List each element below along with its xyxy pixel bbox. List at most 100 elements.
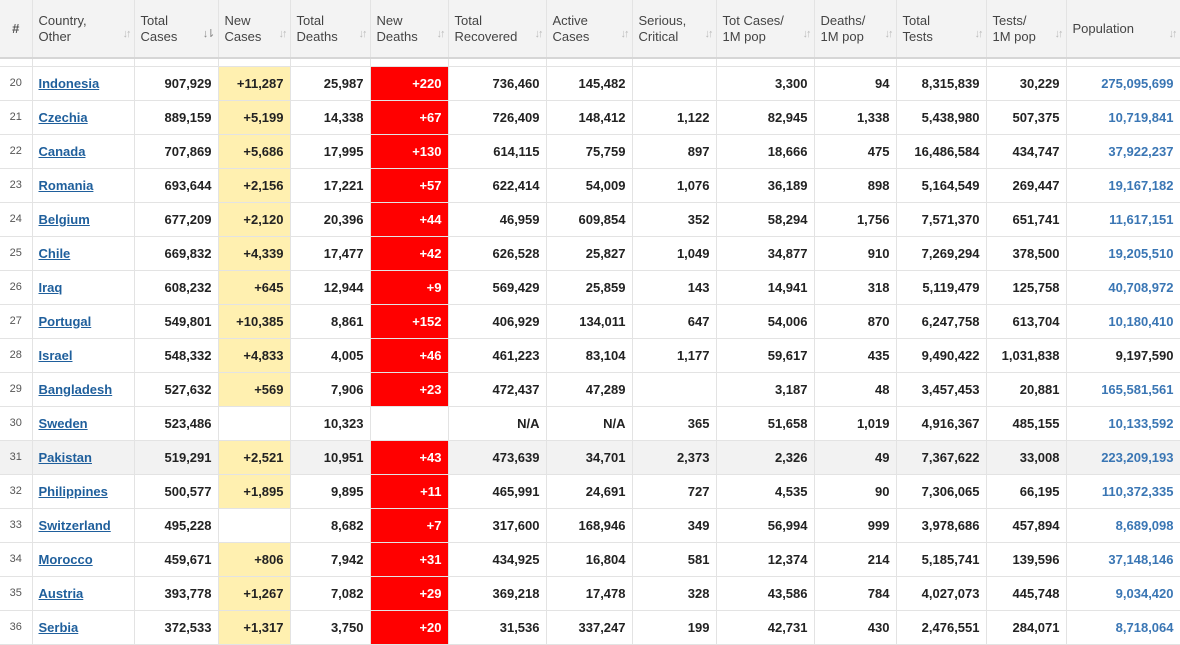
population-cell[interactable]: 8,718,064 [1066,610,1180,645]
active-cases-cell: 54,009 [546,168,633,203]
country-link[interactable]: Pakistan [39,450,92,465]
population-cell[interactable]: 11,617,151 [1066,202,1180,237]
header-total-cases[interactable]: Total Cases ↓⇂ [134,0,219,59]
country-link[interactable]: Israel [39,348,73,363]
sort-arrows-icon[interactable]: ↓↑ [885,26,894,42]
deaths-1m-cell: 1,019 [814,406,897,441]
country-link[interactable]: Sweden [39,416,88,431]
total-cases-cell: 693,644 [134,168,219,203]
sort-arrows-icon[interactable]: ↓↑ [279,26,288,42]
sort-arrows-icon[interactable]: ↓↑ [123,26,132,42]
population-cell[interactable]: 37,922,237 [1066,134,1180,169]
total-recovered-cell: 406,929 [448,304,547,339]
active-cases-cell: 609,854 [546,202,633,237]
sort-arrows-icon[interactable]: ↓↑ [621,26,630,42]
sort-desc-icon[interactable]: ↓⇂ [203,26,216,42]
header-total-recovered-line2: Recovered [454,28,518,44]
country-link[interactable]: Philippines [39,484,108,499]
sort-arrows-icon[interactable]: ↓↑ [535,26,544,42]
header-tests-1m[interactable]: Tests/ 1M pop ↓↑ [986,0,1067,59]
country-link[interactable]: Portugal [39,314,92,329]
country-link[interactable]: Romania [39,178,94,193]
new-cases-cell: +5,199 [218,100,291,135]
country-link[interactable]: Morocco [39,552,93,567]
deaths-1m-cell: 898 [814,168,897,203]
tests-1m-cell: 378,500 [986,236,1067,271]
deaths-1m-cell: 435 [814,338,897,373]
total-recovered-cell: 461,223 [448,338,547,373]
population-cell[interactable]: 37,148,146 [1066,542,1180,577]
population-cell[interactable]: 165,581,561 [1066,372,1180,407]
total-deaths-cell: 8,861 [290,304,371,339]
table-row: 20 Indonesia 907,929 +11,287 25,987 +220 736,4… [0,66,1180,101]
header-total-recovered[interactable]: Total Recovered ↓↑ [448,0,547,59]
serious-critical-cell: 199 [632,610,717,645]
active-cases-cell: 24,691 [546,474,633,509]
total-tests-cell: 7,571,370 [896,202,987,237]
sort-arrows-icon[interactable]: ↓↑ [1169,26,1178,42]
sort-arrows-icon[interactable]: ↓↑ [705,26,714,42]
country-link[interactable]: Canada [39,144,86,159]
country-cell: Sweden [32,406,135,441]
header-active-cases[interactable]: Active Cases ↓↑ [546,0,633,59]
header-total-tests[interactable]: Total Tests ↓↑ [896,0,987,59]
deaths-1m-cell: 90 [814,474,897,509]
total-deaths-cell: 14,338 [290,100,371,135]
total-cases-cell: 459,671 [134,542,219,577]
serious-critical-cell: 1,122 [632,100,717,135]
population-cell[interactable]: 9,034,420 [1066,576,1180,611]
sort-arrows-icon[interactable]: ↓↑ [437,26,446,42]
population-cell[interactable]: 223,209,193 [1066,440,1180,475]
table-row: 21 Czechia 889,159 +5,199 14,338 +67 726,409 14… [0,100,1180,135]
sort-arrows-icon[interactable]: ↓↑ [803,26,812,42]
country-link[interactable]: Bangladesh [39,382,113,397]
header-active-cases-line2: Cases [552,28,590,44]
tot-cases-1m-cell: 51,658 [716,406,815,441]
header-new-cases[interactable]: New Cases ↓↑ [218,0,291,59]
header-serious-line1: Serious, [638,12,687,28]
population-cell[interactable]: 110,372,335 [1066,474,1180,509]
total-tests-cell: 16,486,584 [896,134,987,169]
country-link[interactable]: Serbia [39,620,79,635]
population-cell[interactable]: 8,689,098 [1066,508,1180,543]
sort-arrows-icon[interactable]: ↓↑ [359,26,368,42]
country-link[interactable]: Czechia [39,110,88,125]
country-cell: Switzerland [32,508,135,543]
total-cases-cell: 523,486 [134,406,219,441]
population-cell[interactable]: 10,719,841 [1066,100,1180,135]
country-link[interactable]: Switzerland [39,518,111,533]
country-cell: Canada [32,134,135,169]
population-cell[interactable]: 275,095,699 [1066,66,1180,101]
header-country[interactable]: Country, Other ↓↑ [32,0,135,59]
header-population[interactable]: Population ↓↑ [1066,0,1180,59]
population-cell[interactable]: 19,167,182 [1066,168,1180,203]
rank-cell: 22 [0,134,33,169]
header-deaths-1m-line2: 1M pop [820,28,864,44]
sort-arrows-icon[interactable]: ↓↑ [1055,26,1064,42]
country-link[interactable]: Iraq [39,280,63,295]
population-cell[interactable]: 19,205,510 [1066,236,1180,271]
deaths-1m-cell: 48 [814,372,897,407]
tot-cases-1m-cell: 34,877 [716,236,815,271]
table-row: 23 Romania 693,644 +2,156 17,221 +57 622,414 54… [0,168,1180,203]
total-cases-cell: 608,232 [134,270,219,305]
country-cell: Austria [32,576,135,611]
country-link[interactable]: Belgium [39,212,90,227]
population-cell[interactable]: 40,708,972 [1066,270,1180,305]
header-deaths-1m[interactable]: Deaths/ 1M pop ↓↑ [814,0,897,59]
header-tot-cases-1m[interactable]: Tot Cases/ 1M pop ↓↑ [716,0,815,59]
header-new-deaths[interactable]: New Deaths ↓↑ [370,0,449,59]
country-link[interactable]: Indonesia [39,76,100,91]
tot-cases-1m-cell: 59,617 [716,338,815,373]
sort-arrows-icon[interactable]: ↓↑ [975,26,984,42]
country-link[interactable]: Austria [39,586,84,601]
header-total-deaths[interactable]: Total Deaths ↓↑ [290,0,371,59]
new-deaths-cell: +42 [370,236,449,271]
total-tests-cell: 4,916,367 [896,406,987,441]
header-serious-critical[interactable]: Serious, Critical ↓↑ [632,0,717,59]
header-rank[interactable]: # [0,0,33,59]
population-cell[interactable]: 10,133,592 [1066,406,1180,441]
population-cell[interactable]: 10,180,410 [1066,304,1180,339]
country-link[interactable]: Chile [39,246,71,261]
header-rank-label: # [12,20,20,36]
